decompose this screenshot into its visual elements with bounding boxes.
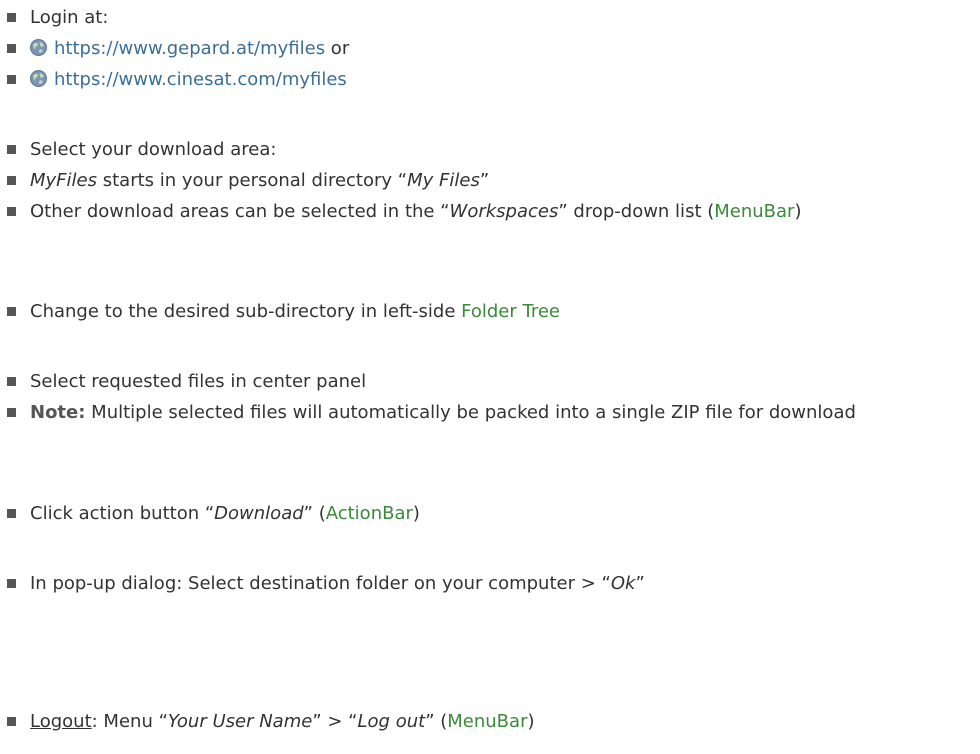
- folder-tree-text: Change to the desired sub-directory in l…: [30, 301, 462, 322]
- list-item-select-files: Select requested files in center panel: [7, 366, 976, 397]
- select-files-text: Select requested files in center panel: [30, 371, 367, 392]
- bullet-icon: [7, 307, 16, 316]
- download-close: ): [412, 503, 420, 524]
- or-text: or: [325, 38, 350, 59]
- bullet-icon: [7, 509, 16, 518]
- download-name: Download: [214, 503, 304, 524]
- list-item-dialog: In pop-up dialog: Select destination fol…: [7, 568, 976, 599]
- workspaces-pre: Other download areas can be selected in …: [30, 201, 450, 222]
- list-item-logout: Logout: Menu “Your User Name” > “Log out…: [7, 706, 976, 737]
- list-item-download: Click action button “Download” (ActionBa…: [7, 498, 976, 529]
- logout-action: Log out: [357, 711, 426, 732]
- bullet-icon: [7, 408, 16, 417]
- workspaces-close: ): [794, 201, 802, 222]
- select-area-label: Select your download area:: [30, 139, 277, 160]
- menubar-link-logout[interactable]: MenuBar: [447, 711, 527, 732]
- gepard-link[interactable]: https://www.gepard.at/myfiles: [54, 38, 325, 59]
- globe-icon: [30, 39, 47, 56]
- list-item-folder-tree: Change to the desired sub-directory in l…: [7, 296, 976, 327]
- list-item-url-cinesat: https://www.cinesat.com/myfiles: [7, 64, 976, 95]
- note-text: Multiple selected files will automatical…: [85, 402, 856, 423]
- list-item-note: Note: Multiple selected files will autom…: [7, 397, 976, 428]
- workspaces-name: Workspaces: [449, 201, 559, 222]
- cinesat-link[interactable]: https://www.cinesat.com/myfiles: [54, 69, 347, 90]
- logout-pre: : Menu “: [91, 711, 168, 732]
- logout-mid: ” > “: [312, 711, 358, 732]
- list-item-myfiles: MyFiles starts in your personal director…: [7, 165, 976, 196]
- logout-username: Your User Name: [167, 711, 313, 732]
- note-label: Note:: [30, 402, 86, 423]
- bullet-icon: [7, 579, 16, 588]
- login-label: Login at:: [30, 7, 109, 28]
- folder-tree-link[interactable]: Folder Tree: [461, 301, 560, 322]
- dialog-ok: Ok: [610, 573, 636, 594]
- bullet-icon: [7, 13, 16, 22]
- download-mid: ” (: [303, 503, 326, 524]
- myfiles-text: starts in your personal directory “: [97, 170, 408, 191]
- myfiles-name: MyFiles: [30, 170, 97, 191]
- logout-label: Logout: [30, 711, 92, 732]
- bullet-icon: [7, 207, 16, 216]
- bullet-icon: [7, 75, 16, 84]
- bullet-icon: [7, 145, 16, 154]
- logout-mid2: ” (: [425, 711, 448, 732]
- bullet-icon: [7, 176, 16, 185]
- download-pre: Click action button “: [30, 503, 215, 524]
- bullet-icon: [7, 717, 16, 726]
- workspaces-mid: ” drop-down list (: [558, 201, 715, 222]
- logout-close: ): [527, 711, 535, 732]
- bullet-icon: [7, 44, 16, 53]
- dialog-close: ”: [635, 573, 645, 594]
- dialog-pre: In pop-up dialog: Select destination fol…: [30, 573, 611, 594]
- myfiles-close: ”: [479, 170, 490, 191]
- myfiles-dir: My Files: [407, 170, 480, 191]
- list-item-workspaces: Other download areas can be selected in …: [7, 196, 976, 227]
- actionbar-link[interactable]: ActionBar: [326, 503, 413, 524]
- menubar-link[interactable]: MenuBar: [714, 201, 794, 222]
- instructions-list: Login at: https://www.gepard.at/myfiles …: [0, 0, 980, 754]
- list-item-url-gepard: https://www.gepard.at/myfiles or: [7, 33, 976, 64]
- bullet-icon: [7, 377, 16, 386]
- list-item-select-area: Select your download area:: [7, 134, 976, 165]
- globe-icon: [30, 70, 47, 87]
- list-item-login: Login at:: [7, 2, 976, 33]
